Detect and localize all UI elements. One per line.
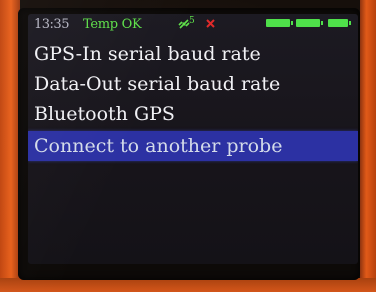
lcd-screen: 13:35 Temp OK 5 GPS-In serial baud rate … <box>28 14 358 264</box>
cross-icon <box>206 19 215 28</box>
menu-item-gps-in-baud[interactable]: GPS-In serial baud rate <box>28 39 358 69</box>
menu-item-connect-probe[interactable]: Connect to another probe <box>28 131 358 161</box>
battery-icon <box>266 19 293 27</box>
status-bar: 13:35 Temp OK 5 <box>28 14 358 36</box>
menu-item-label: Bluetooth GPS <box>34 103 175 125</box>
device-case-right <box>360 0 376 292</box>
menu-item-label: Connect to another probe <box>34 135 283 157</box>
device-photo: 13:35 Temp OK 5 GPS-In serial baud rate … <box>0 0 376 292</box>
menu-item-bluetooth-gps[interactable]: Bluetooth GPS <box>28 99 358 129</box>
temp-status: Temp OK <box>83 17 142 32</box>
satellite-count: 5 <box>189 16 195 26</box>
battery-icon <box>328 19 351 27</box>
device-case-bottom <box>0 278 376 292</box>
battery-icon <box>296 19 323 27</box>
menu-item-data-out-baud[interactable]: Data-Out serial baud rate <box>28 69 358 99</box>
menu-item-label: GPS-In serial baud rate <box>34 43 261 65</box>
device-case-left <box>0 0 20 292</box>
status-time: 13:35 <box>34 17 69 32</box>
menu-item-label: Data-Out serial baud rate <box>34 73 281 95</box>
